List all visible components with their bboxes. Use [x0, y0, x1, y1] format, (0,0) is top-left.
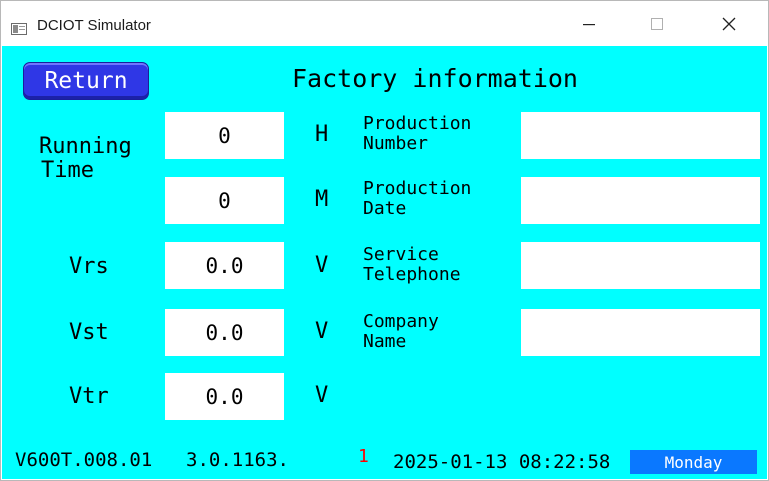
production-date-label-line1: Production — [363, 178, 472, 199]
hours-unit: H — [315, 122, 329, 147]
software-version: 3.0.1163. — [186, 449, 289, 471]
vrs-label: Vrs — [69, 254, 109, 279]
production-date-field[interactable] — [521, 177, 760, 224]
maximize-button[interactable] — [634, 1, 680, 46]
running-time-label-line2: Time — [41, 158, 94, 183]
production-number-label-line2: Number — [363, 133, 429, 154]
service-telephone-field[interactable] — [521, 242, 760, 289]
production-date-label-line2: Date — [363, 198, 407, 219]
title-bar[interactable]: DCIOT Simulator — [1, 1, 768, 46]
company-name-label-line2: Name — [363, 331, 407, 352]
maximize-icon — [651, 17, 663, 30]
page-title: Factory information — [292, 64, 578, 93]
service-telephone-label-line1: Service — [363, 244, 439, 265]
close-button[interactable] — [706, 1, 752, 46]
running-hours-field[interactable]: 0 — [165, 112, 284, 159]
vst-field[interactable]: 0.0 — [165, 309, 284, 356]
minimize-button[interactable] — [566, 1, 612, 46]
vst-label: Vst — [69, 320, 109, 345]
date-time: 2025-01-13 08:22:58 — [393, 451, 611, 473]
window-title: DCIOT Simulator — [37, 17, 151, 34]
running-time-label-line1: Running — [39, 134, 132, 159]
status-indicator: 1 — [358, 446, 369, 467]
vtr-label: Vtr — [69, 384, 109, 409]
service-telephone-label-line2: Telephone — [363, 264, 461, 285]
company-name-field[interactable] — [521, 309, 760, 356]
day-badge: Monday — [630, 450, 757, 474]
hmi-screen: Return Factory information Running Time … — [2, 46, 767, 479]
vst-unit: V — [315, 319, 329, 344]
firmware-version: V600T.008.01 — [15, 449, 153, 471]
production-number-label-line1: Production — [363, 113, 472, 134]
app-icon — [11, 20, 27, 35]
vrs-unit: V — [315, 253, 329, 278]
company-name-label-line1: Company — [363, 311, 439, 332]
running-minutes-field[interactable]: 0 — [165, 177, 284, 224]
production-number-field[interactable] — [521, 112, 760, 159]
return-button[interactable]: Return — [23, 62, 149, 100]
vtr-field[interactable]: 0.0 — [165, 373, 284, 420]
vtr-unit: V — [315, 383, 329, 408]
simulator-window: DCIOT Simulator Return Factory informati… — [0, 0, 769, 481]
vrs-field[interactable]: 0.0 — [165, 242, 284, 289]
close-icon — [722, 17, 736, 30]
minutes-unit: M — [315, 187, 329, 212]
minimize-icon — [583, 23, 595, 25]
